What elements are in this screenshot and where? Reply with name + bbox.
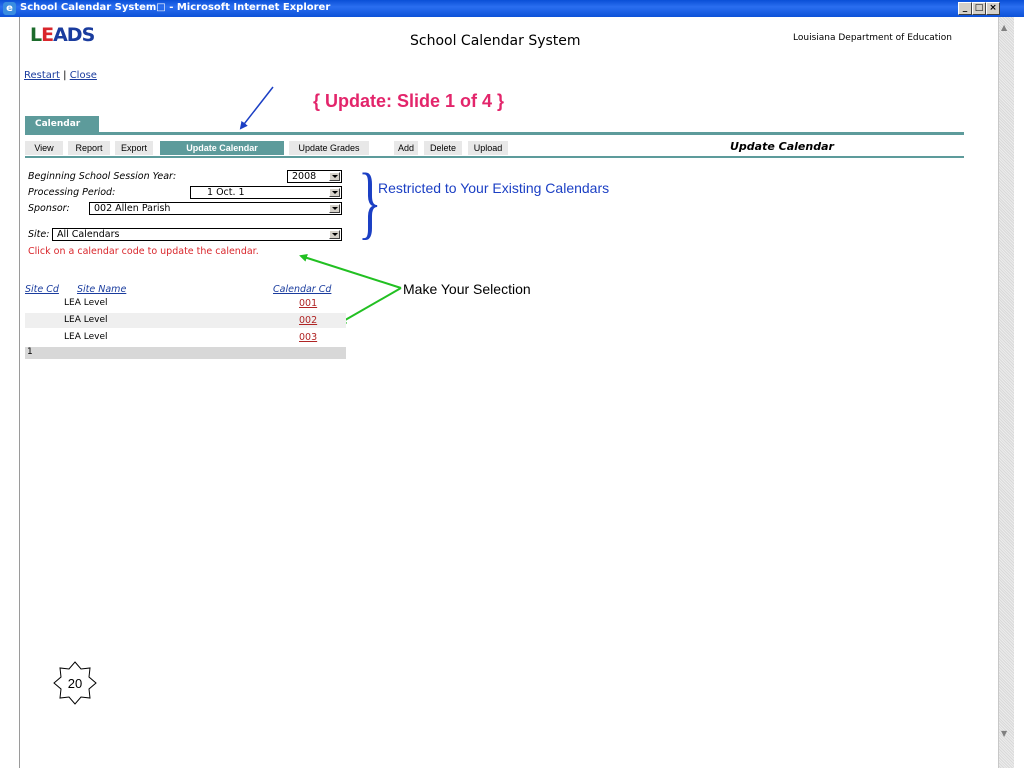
- column-header-calendar-cd[interactable]: Calendar Cd: [273, 284, 331, 295]
- calendar-code-link[interactable]: 003: [299, 332, 317, 343]
- annotation-arrows: [239, 86, 402, 324]
- table-row: LEA Level 002: [25, 313, 346, 328]
- blue-arrow: [239, 86, 274, 130]
- site-name-cell: LEA Level: [64, 332, 108, 342]
- site-name-cell: LEA Level: [64, 298, 108, 308]
- column-header-site-name[interactable]: Site Name: [77, 284, 126, 295]
- calendar-code-link[interactable]: 001: [299, 298, 317, 309]
- green-arrow-code: [338, 287, 402, 324]
- site-name-cell: LEA Level: [64, 315, 108, 325]
- table-row: LEA Level 001: [25, 296, 346, 311]
- page-number-badge: 20: [53, 661, 97, 705]
- table-pager: 1: [25, 347, 346, 359]
- page-link[interactable]: 1: [27, 347, 33, 357]
- column-header-site-cd[interactable]: Site Cd: [25, 284, 59, 295]
- calendar-code-link[interactable]: 002: [299, 315, 317, 326]
- page-number-text: 20: [68, 676, 82, 691]
- table-row: LEA Level 003: [25, 330, 346, 345]
